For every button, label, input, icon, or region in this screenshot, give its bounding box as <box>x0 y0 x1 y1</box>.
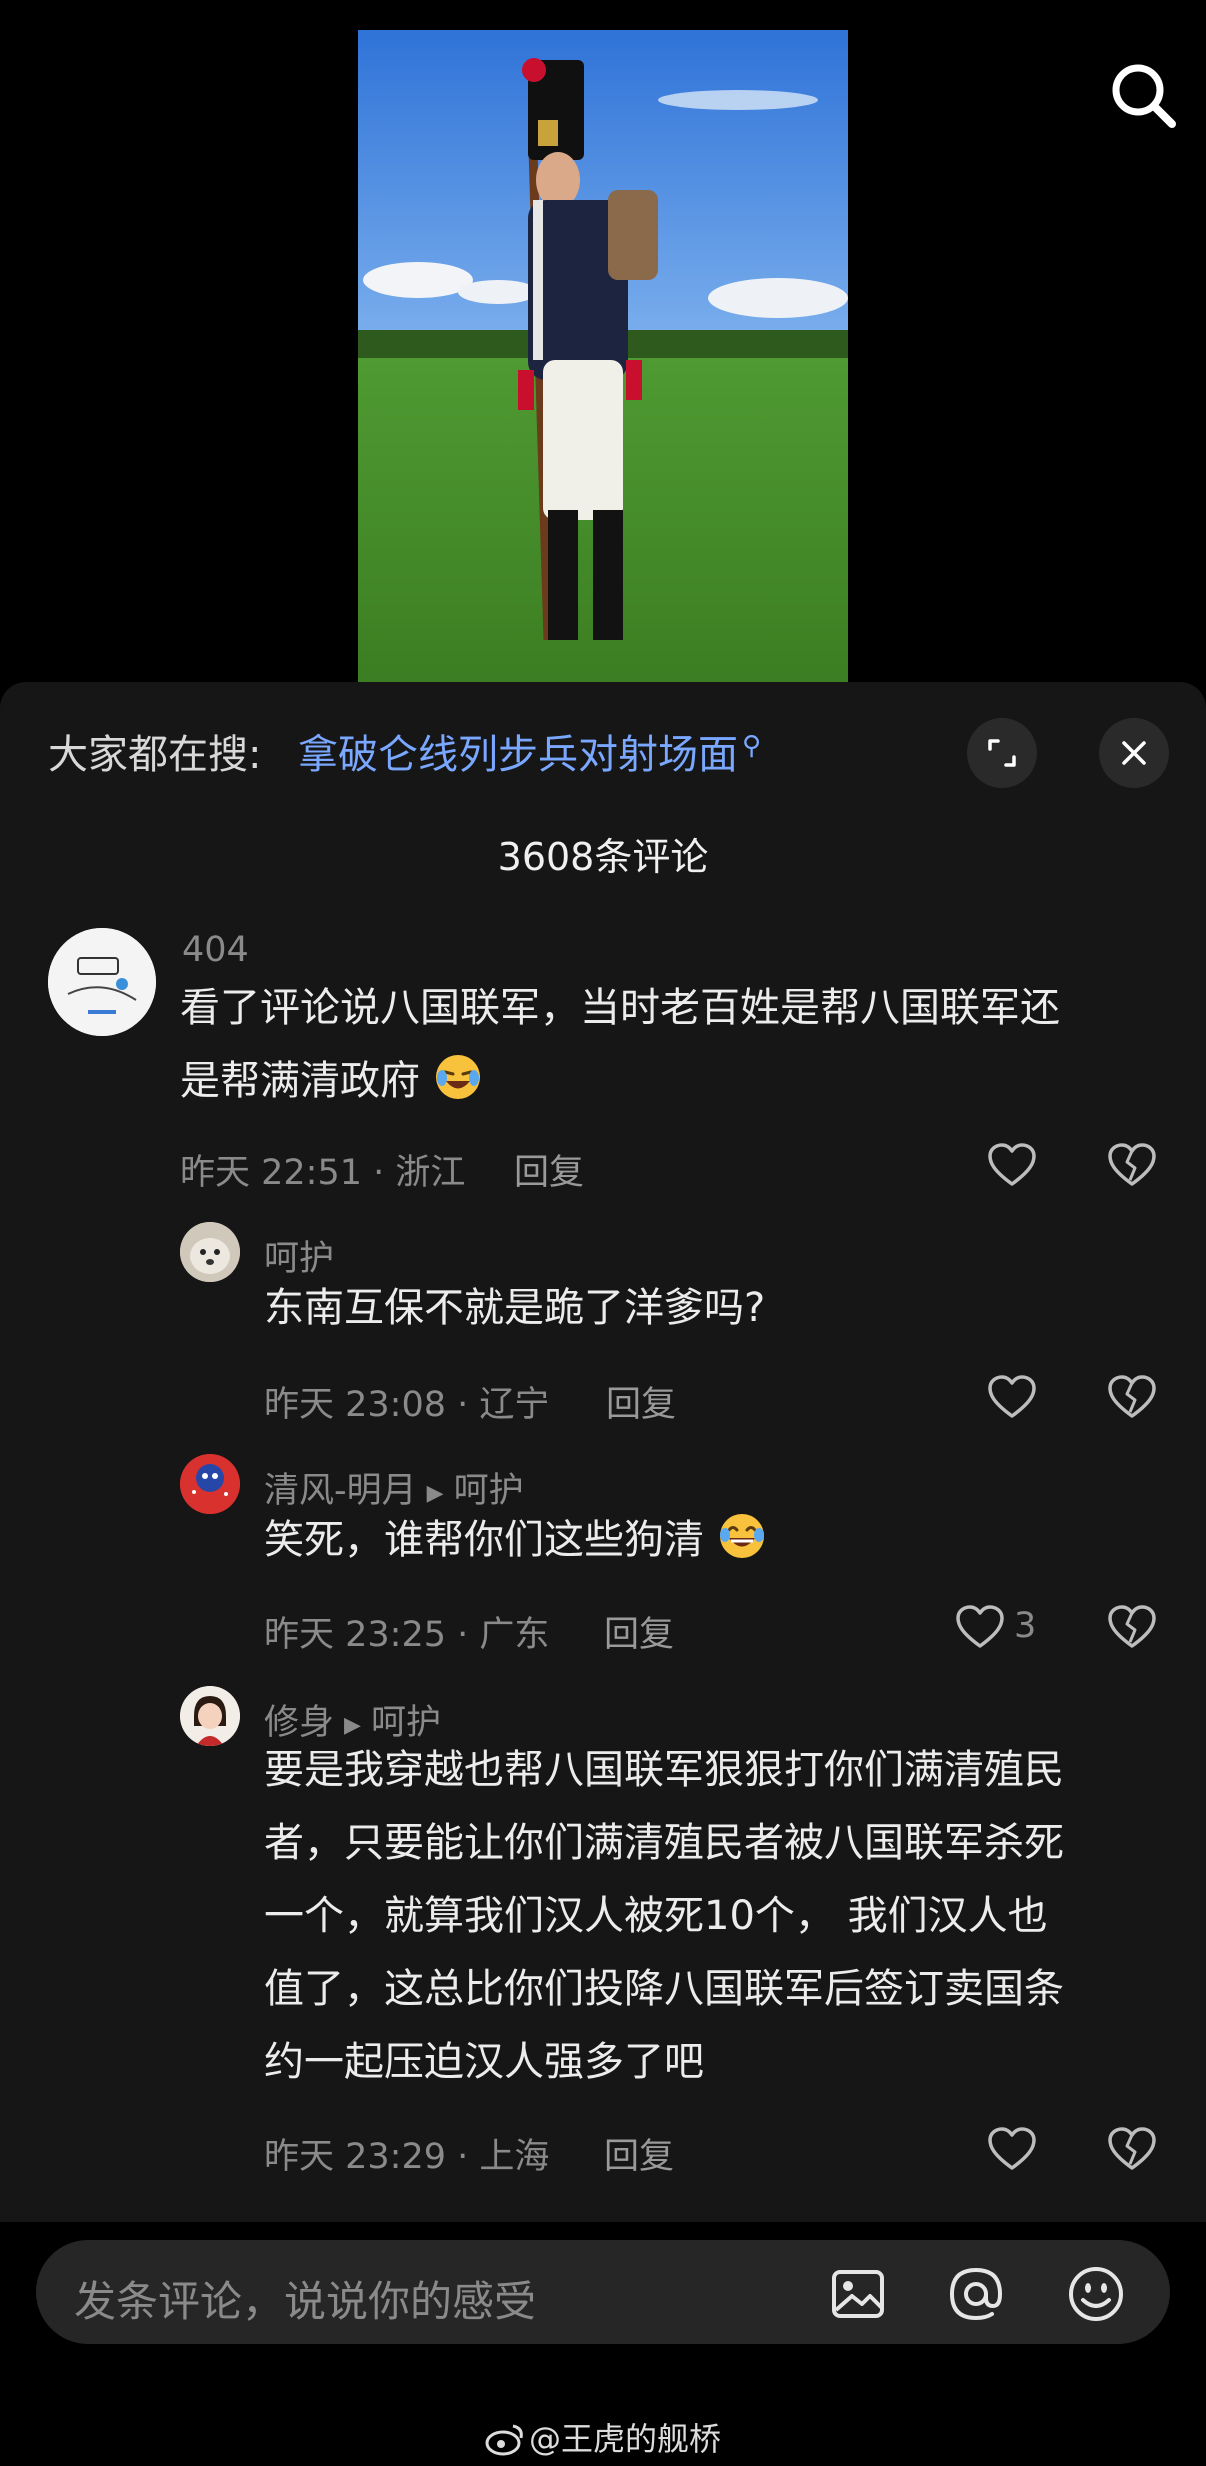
comment-input[interactable]: 发条评论，说说你的感受 <box>36 2240 1170 2344</box>
reply-button[interactable]: 回复 <box>604 2128 674 2179</box>
avatar[interactable] <box>180 1454 240 1514</box>
reply-button[interactable]: 回复 <box>606 1376 676 1427</box>
heart-icon <box>956 1605 1004 1648</box>
heart-icon <box>988 1143 1036 1186</box>
broken-heart-icon <box>1108 1375 1156 1418</box>
dislike-button[interactable] <box>1104 1370 1160 1426</box>
avatar[interactable] <box>180 1686 240 1746</box>
laughing-crying-emoji-icon <box>433 1052 483 1102</box>
close-icon <box>1122 741 1146 765</box>
comment-username[interactable]: 404 <box>182 930 249 970</box>
expand-icon <box>988 739 1016 767</box>
comment-text: 东南互保不就是跪了洋爹吗? <box>264 1285 766 1331</box>
dislike-button[interactable] <box>1104 1138 1160 1194</box>
comment-count: 3608条评论 <box>497 835 709 879</box>
like-button[interactable] <box>952 1600 1008 1656</box>
comment-meta: 昨天 23:08 · 辽宁 <box>264 1385 550 1425</box>
comment-meta: 昨天 22:51 · 浙江 <box>180 1153 466 1193</box>
image-icon <box>832 2270 884 2318</box>
comment-text: 要是我穿越也帮八国联军狠狠打你们满清殖民 者，只要能让你们满清殖民者被八国联军杀… <box>264 1747 1064 2085</box>
panel-header: 大家都在搜: 拿破仑线列步兵对射场面 ⚲ 3608条评论 <box>0 682 1206 879</box>
heart-icon <box>988 2127 1036 2170</box>
broken-heart-icon <box>1108 2127 1156 2170</box>
dislike-button[interactable] <box>1104 2122 1160 2178</box>
comment-meta: 昨天 23:25 · 广东 <box>264 1615 550 1655</box>
comment-text: 笑死，谁帮你们这些狗清 <box>264 1504 1174 1577</box>
reply-button[interactable]: 回复 <box>604 1606 674 1657</box>
heart-icon <box>988 1375 1036 1418</box>
trending-label: 大家都在搜: <box>48 732 262 778</box>
reply-arrow-icon: ▶ <box>426 1481 444 1506</box>
expand-button[interactable] <box>967 718 1037 788</box>
like-button[interactable] <box>984 2122 1040 2178</box>
weibo-logo-icon <box>485 2422 525 2456</box>
trending-query-link[interactable]: 拿破仑线列步兵对射场面 ⚲ <box>298 722 761 780</box>
broken-heart-icon <box>1108 1605 1156 1648</box>
like-button[interactable] <box>984 1370 1040 1426</box>
dislike-button[interactable] <box>1104 1600 1160 1656</box>
mention-button[interactable] <box>946 2264 1006 2324</box>
emoji-button[interactable] <box>1066 2264 1126 2324</box>
comment-panel: 大家都在搜: 拿破仑线列步兵对射场面 ⚲ 3608条评论 404 看了评论说八国联… <box>0 682 1206 2222</box>
avatar[interactable] <box>48 928 156 1036</box>
comment-text: 看了评论说八国联军，当时老百姓是帮八国联军还 是帮满清政府 <box>180 985 1060 1104</box>
close-button[interactable] <box>1099 718 1169 788</box>
like-button[interactable] <box>984 1138 1040 1194</box>
search-small-icon: ⚲ <box>742 730 762 761</box>
like-count: 3 <box>1014 1606 1037 1646</box>
comment-meta: 昨天 23:29 · 上海 <box>264 2137 550 2177</box>
comment-input-bar: 发条评论，说说你的感受 @王虎的舰桥 <box>0 2222 1206 2466</box>
image-button[interactable] <box>828 2264 888 2324</box>
watermark: @王虎的舰桥 <box>0 2414 1206 2460</box>
video-player[interactable] <box>0 0 1206 692</box>
at-icon <box>949 2267 1003 2321</box>
avatar[interactable] <box>180 1222 240 1282</box>
reply-button[interactable]: 回复 <box>514 1144 584 1195</box>
emoji-icon <box>1069 2267 1123 2321</box>
video-frame[interactable] <box>358 30 848 692</box>
comment-input-placeholder: 发条评论，说说你的感受 <box>74 2277 537 2326</box>
broken-heart-icon <box>1108 1143 1156 1186</box>
tears-of-joy-emoji-icon <box>717 1511 767 1561</box>
search-icon[interactable] <box>1104 56 1184 136</box>
